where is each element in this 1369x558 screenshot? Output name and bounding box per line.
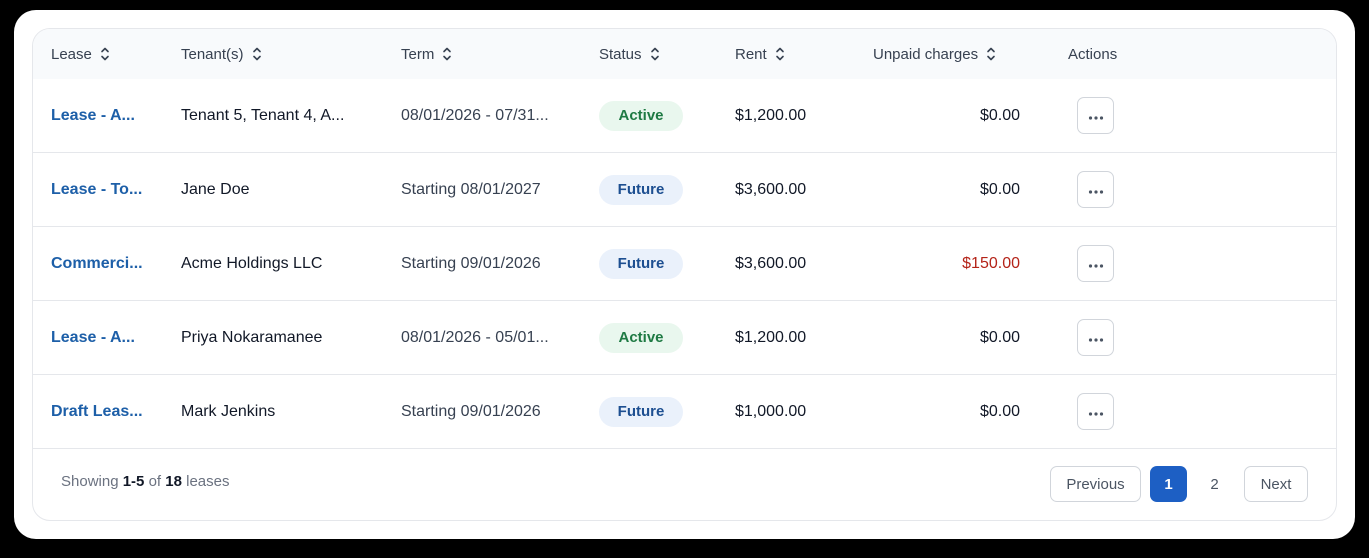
page-2-button[interactable]: 2 <box>1196 466 1233 502</box>
column-header-actions: Actions <box>1068 29 1117 79</box>
term-cell: Starting 08/01/2027 <box>401 180 541 198</box>
actions-cell <box>1077 301 1117 374</box>
showing-summary: Showing 1-5 of 18 leases <box>61 473 229 490</box>
status-cell: Future <box>599 375 699 448</box>
column-header-label: Actions <box>1068 45 1118 63</box>
rent-cell: $1,000.00 <box>735 402 807 420</box>
rent-cell: $1,200.00 <box>735 328 807 346</box>
column-header-label: Term <box>401 45 435 63</box>
status-badge: Active <box>599 100 683 131</box>
actions-cell <box>1077 375 1117 448</box>
column-header-label: Status <box>599 45 642 63</box>
table-header: Lease Tenant(s) Term Status Rent Unpaid … <box>33 29 1336 79</box>
sort-updown-icon[interactable] <box>650 45 660 63</box>
status-badge: Future <box>599 174 683 205</box>
table-row: Commerci... Acme Holdings LLC Starting 0… <box>33 227 1336 301</box>
row-actions-button[interactable] <box>1077 319 1114 356</box>
lease-link[interactable]: Lease - To... <box>51 153 156 226</box>
page-1-button[interactable]: 1 <box>1150 466 1187 502</box>
sort-updown-icon[interactable] <box>252 45 262 63</box>
table-footer: Showing 1-5 of 18 leases Previous 1 2 Ne… <box>33 447 1336 520</box>
window-frame: Lease Tenant(s) Term Status Rent Unpaid … <box>14 10 1355 539</box>
unpaid-cell: $150.00 <box>962 254 1020 272</box>
status-cell: Future <box>599 227 699 300</box>
term-cell: Starting 09/01/2026 <box>401 254 541 272</box>
column-header-label: Rent <box>735 45 767 63</box>
lease-link[interactable]: Draft Leas... <box>51 375 156 448</box>
column-header-label: Unpaid charges <box>873 45 979 63</box>
row-actions-button[interactable] <box>1077 97 1114 134</box>
more-horizontal-icon <box>1088 255 1104 273</box>
leases-table-card: Lease Tenant(s) Term Status Rent Unpaid … <box>32 28 1337 521</box>
showing-prefix: Showing <box>61 473 119 490</box>
unpaid-cell: $0.00 <box>979 180 1020 198</box>
actions-cell <box>1077 153 1117 226</box>
tenants-cell: Priya Nokaramanee <box>181 328 323 346</box>
sort-updown-icon[interactable] <box>986 45 996 63</box>
term-cell: 08/01/2026 - 07/31... <box>401 106 549 124</box>
lease-link[interactable]: Lease - A... <box>51 79 156 152</box>
lease-link[interactable]: Commerci... <box>51 227 156 300</box>
column-header-unpaid[interactable]: Unpaid charges <box>873 29 996 79</box>
row-actions-button[interactable] <box>1077 171 1114 208</box>
showing-of: of <box>148 473 162 490</box>
term-cell: 08/01/2026 - 05/01... <box>401 328 549 346</box>
column-header-rent[interactable]: Rent <box>735 29 785 79</box>
status-badge: Future <box>599 248 683 279</box>
column-header-tenants[interactable]: Tenant(s) <box>181 29 262 79</box>
tenants-cell: Acme Holdings LLC <box>181 254 323 272</box>
sort-updown-icon[interactable] <box>100 45 110 63</box>
more-horizontal-icon <box>1088 107 1104 125</box>
row-actions-button[interactable] <box>1077 393 1114 430</box>
rent-cell: $3,600.00 <box>735 180 807 198</box>
actions-cell <box>1077 227 1117 300</box>
table-row: Lease - A... Tenant 5, Tenant 4, A... 08… <box>33 79 1336 153</box>
previous-page-button[interactable]: Previous <box>1050 466 1141 502</box>
rent-cell: $1,200.00 <box>735 106 807 124</box>
actions-cell <box>1077 79 1117 152</box>
column-header-status[interactable]: Status <box>599 29 660 79</box>
more-horizontal-icon <box>1088 329 1104 347</box>
table-row: Lease - To... Jane Doe Starting 08/01/20… <box>33 153 1336 227</box>
column-header-label: Lease <box>51 45 92 63</box>
table-row: Lease - A... Priya Nokaramanee 08/01/202… <box>33 301 1336 375</box>
status-cell: Active <box>599 79 699 152</box>
more-horizontal-icon <box>1088 403 1104 421</box>
tenants-cell: Jane Doe <box>181 180 250 198</box>
lease-link[interactable]: Lease - A... <box>51 301 156 374</box>
tenants-cell: Tenant 5, Tenant 4, A... <box>181 106 345 124</box>
unpaid-cell: $0.00 <box>979 106 1020 124</box>
term-cell: Starting 09/01/2026 <box>401 402 541 420</box>
showing-range: 1-5 <box>122 473 145 490</box>
status-cell: Future <box>599 153 699 226</box>
next-page-button[interactable]: Next <box>1244 466 1308 502</box>
table-row: Draft Leas... Mark Jenkins Starting 09/0… <box>33 375 1336 449</box>
status-badge: Future <box>599 396 683 427</box>
sort-updown-icon[interactable] <box>442 45 452 63</box>
unpaid-cell: $0.00 <box>979 402 1020 420</box>
showing-total: 18 <box>165 473 182 490</box>
showing-suffix: leases <box>186 473 230 490</box>
column-header-label: Tenant(s) <box>181 45 244 63</box>
status-cell: Active <box>599 301 699 374</box>
row-actions-button[interactable] <box>1077 245 1114 282</box>
rent-cell: $3,600.00 <box>735 254 807 272</box>
column-header-term[interactable]: Term <box>401 29 452 79</box>
column-header-lease[interactable]: Lease <box>51 29 110 79</box>
more-horizontal-icon <box>1088 181 1104 199</box>
tenants-cell: Mark Jenkins <box>181 402 276 420</box>
unpaid-cell: $0.00 <box>979 328 1020 346</box>
sort-updown-icon[interactable] <box>775 45 785 63</box>
status-badge: Active <box>599 322 683 353</box>
